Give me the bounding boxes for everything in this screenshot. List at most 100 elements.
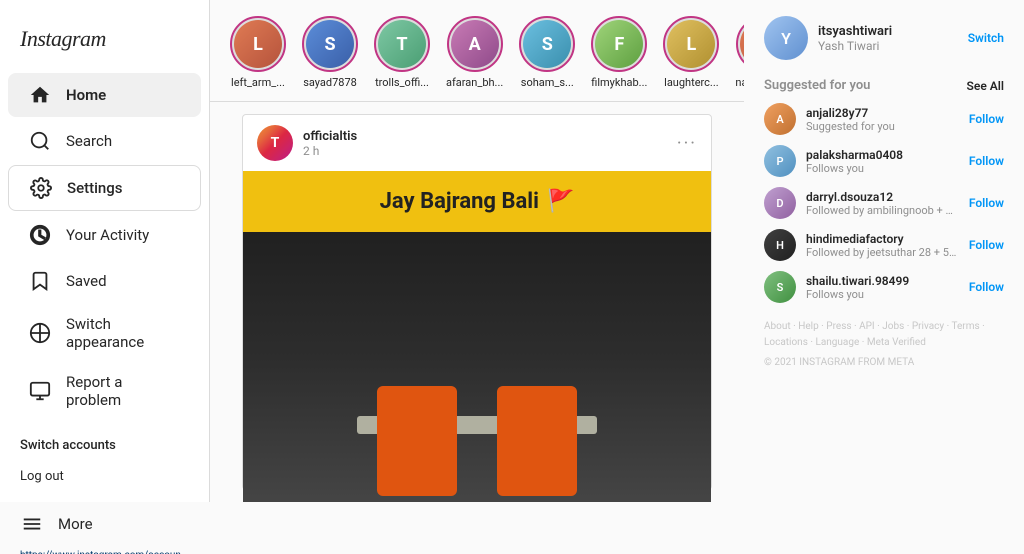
story-item[interactable]: S sayad7878 <box>302 16 358 89</box>
post-avatar: T <box>257 125 293 161</box>
sidebar-item-saved[interactable]: Saved <box>8 259 201 303</box>
post-card: T officialtis 2 h ··· Jay Bajrang Bali 🚩 <box>242 114 712 490</box>
suggestion-username[interactable]: darryl.dsouza12 <box>806 190 959 204</box>
follow-link[interactable]: Follow <box>969 280 1004 294</box>
story-label: narendra_... <box>735 76 744 89</box>
footer-link-privacy[interactable]: Privacy <box>912 321 944 332</box>
sidebar-home-label: Home <box>66 86 106 104</box>
follow-link[interactable]: Follow <box>969 238 1004 252</box>
hamburger-icon <box>20 512 44 536</box>
footer-link-language[interactable]: Language <box>815 337 859 348</box>
story-avatar: F <box>591 16 647 72</box>
story-item[interactable]: L laughterc... <box>663 16 719 89</box>
sidebar-item-your-activity[interactable]: Your Activity <box>8 213 201 257</box>
story-item[interactable]: A afaran_bh... <box>446 16 503 89</box>
switch-link[interactable]: Switch <box>968 31 1004 45</box>
settings-icon <box>29 176 53 200</box>
sidebar-item-search[interactable]: Search <box>8 119 201 163</box>
right-panel: Y itsyashtiwari Yash Tiwari Switch Sugge… <box>744 0 1024 502</box>
story-item[interactable]: T trolls_offi... <box>374 16 430 89</box>
post-image: Jay Bajrang Bali 🚩 TIS <box>243 171 711 502</box>
story-label: sayad7878 <box>303 76 357 89</box>
saved-icon <box>28 269 52 293</box>
stories-row: L left_arm_... S sayad7878 T trolls_offi… <box>210 0 744 102</box>
sidebar-item-report-problem[interactable]: Report a problem <box>8 363 201 419</box>
story-label: soham_s... <box>521 76 574 89</box>
suggestion-sub: Followed by ambilingnoob + 7 more <box>806 204 959 217</box>
story-item[interactable]: F filmykhab... <box>591 16 647 89</box>
post-more-button[interactable]: ··· <box>677 133 697 154</box>
post-banner: Jay Bajrang Bali 🚩 <box>243 171 711 232</box>
story-label: left_arm_... <box>231 76 285 89</box>
footer-link-meta-verified[interactable]: Meta Verified <box>867 337 926 348</box>
suggestion-item: H hindimediafactory Followed by jeetsuth… <box>764 229 1004 261</box>
suggestions-list: A anjali28y77 Suggested for you Follow P… <box>764 103 1004 303</box>
machinery-visual <box>347 346 607 503</box>
suggestion-sub: Follows you <box>806 288 959 301</box>
footer-links: About · Help · Press · API · Jobs · Priv… <box>764 319 1004 351</box>
follow-link[interactable]: Follow <box>969 196 1004 210</box>
sidebar-activity-label: Your Activity <box>66 226 149 244</box>
main-content: L left_arm_... S sayad7878 T trolls_offi… <box>210 0 744 502</box>
story-label: laughterc... <box>664 76 718 89</box>
story-item[interactable]: S soham_s... <box>519 16 575 89</box>
story-avatar: L <box>230 16 286 72</box>
story-avatar-inner: S <box>523 20 571 68</box>
feed-area: T officialtis 2 h ··· Jay Bajrang Bali 🚩 <box>210 102 744 502</box>
status-bar: https://www.instagram.com/accounts/edit/ <box>0 546 209 554</box>
story-label: trolls_offi... <box>375 76 429 89</box>
sidebar-item-settings[interactable]: Settings <box>8 165 201 211</box>
see-all-link[interactable]: See All <box>967 79 1004 93</box>
sidebar-settings-label: Settings <box>67 179 123 197</box>
suggestion-username[interactable]: palaksharma0408 <box>806 148 959 162</box>
story-avatar-inner: T <box>378 20 426 68</box>
story-avatar-inner: S <box>306 20 354 68</box>
footer-link-terms[interactable]: Terms <box>952 321 980 332</box>
current-user-info: itsyashtiwari Yash Tiwari <box>818 24 958 53</box>
suggestion-info: anjali28y77 Suggested for you <box>806 106 959 133</box>
footer-link-locations[interactable]: Locations <box>764 337 808 348</box>
footer-link-api[interactable]: API <box>859 321 875 332</box>
suggestion-username[interactable]: shailu.tiwari.98499 <box>806 274 959 288</box>
story-avatar: A <box>447 16 503 72</box>
suggestion-username[interactable]: hindimediafactory <box>806 232 959 246</box>
footer-link-help[interactable]: Help <box>798 321 818 332</box>
sidebar-bottom: Switch accounts Log out <box>0 420 209 502</box>
suggestions-title: Suggested for you <box>764 78 870 93</box>
report-icon <box>28 379 52 403</box>
sidebar-report-label: Report a problem <box>66 373 181 409</box>
suggestion-sub: Followed by jeetsuthar 28 + 5 more <box>806 246 959 259</box>
logout-link[interactable]: Log out <box>20 461 189 492</box>
suggestion-sub: Suggested for you <box>806 120 959 133</box>
footer-link-jobs[interactable]: Jobs <box>882 321 904 332</box>
post-user-info: officialtis 2 h <box>303 129 667 158</box>
post-time: 2 h <box>303 144 667 158</box>
sidebar-item-switch-appearance[interactable]: Switch appearance <box>8 305 201 361</box>
story-item[interactable]: N narendra_... <box>735 16 744 89</box>
sidebar-appearance-label: Switch appearance <box>66 315 181 351</box>
footer-link-press[interactable]: Press <box>826 321 851 332</box>
suggestion-username[interactable]: anjali28y77 <box>806 106 959 120</box>
sidebar-item-home[interactable]: Home <box>8 73 201 117</box>
app-logo: Instagram <box>0 16 209 72</box>
current-username[interactable]: itsyashtiwari <box>818 24 958 39</box>
story-avatar: S <box>519 16 575 72</box>
sidebar: Instagram Home Search Settings <box>0 0 210 502</box>
post-avatar-initial: T <box>271 135 280 151</box>
post-username[interactable]: officialtis <box>303 129 667 144</box>
suggestion-avatar: P <box>764 145 796 177</box>
sidebar-more-item[interactable]: More <box>0 502 209 546</box>
switch-accounts-link[interactable]: Switch accounts <box>20 430 189 461</box>
home-icon <box>28 83 52 107</box>
follow-link[interactable]: Follow <box>969 154 1004 168</box>
sidebar-search-label: Search <box>66 132 112 150</box>
suggestions-header: Suggested for you See All <box>764 78 1004 93</box>
follow-link[interactable]: Follow <box>969 112 1004 126</box>
post-machinery: TIS <box>243 232 711 502</box>
sidebar-saved-label: Saved <box>66 272 107 290</box>
story-avatar: L <box>663 16 719 72</box>
footer-link-about[interactable]: About <box>764 321 791 332</box>
current-user-avatar: Y <box>764 16 808 60</box>
story-item[interactable]: L left_arm_... <box>230 16 286 89</box>
suggestion-info: shailu.tiwari.98499 Follows you <box>806 274 959 301</box>
